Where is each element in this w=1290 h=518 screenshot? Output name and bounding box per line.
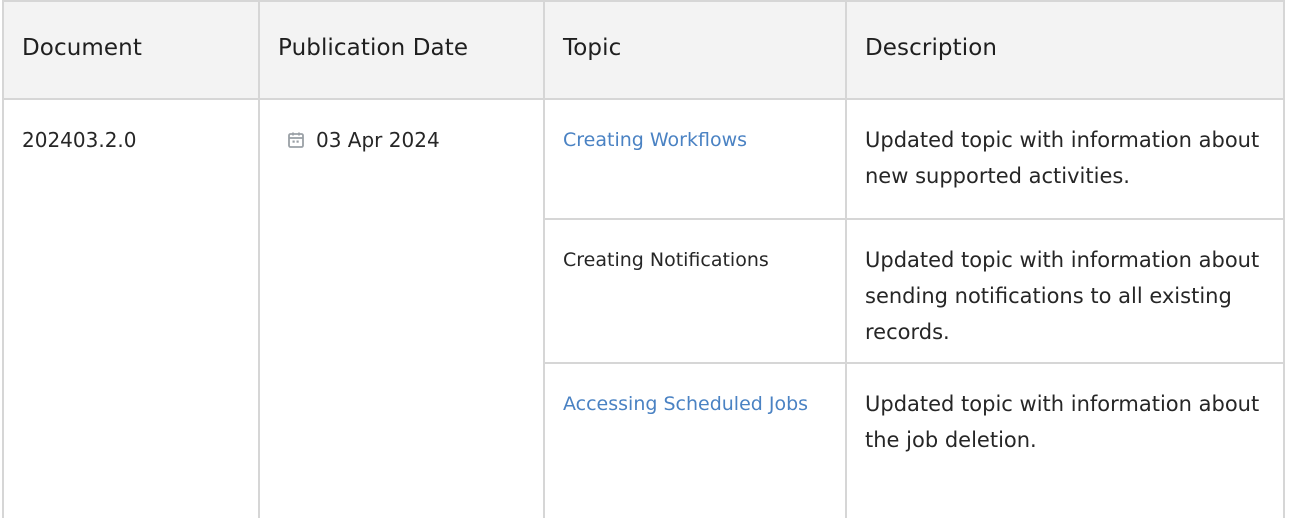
topic-link-creating-workflows[interactable]: Creating Workflows [563,129,747,151]
header-description: Description [845,0,1285,100]
release-notes-table: Document Publication Date Topic Descript… [2,0,1285,518]
header-topic: Topic [543,0,847,100]
header-document: Document [2,0,260,100]
publication-date-text: 03 Apr 2024 [316,128,440,152]
document-version-cell: 202403.2.0 [2,98,260,518]
topic-cell: Accessing Scheduled Jobs [543,362,847,518]
calendar-icon [288,132,304,148]
topic-cell: Creating Notifications [543,218,847,364]
topic-creating-notifications: Creating Notifications [563,249,769,271]
description-cell: Updated topic with information about the… [845,362,1285,518]
description-cell: Updated topic with information about sen… [845,218,1285,364]
topic-cell: Creating Workflows [543,98,847,220]
description-cell: Updated topic with information about new… [845,98,1285,220]
header-publication-date: Publication Date [258,0,545,100]
topic-link-accessing-scheduled-jobs[interactable]: Accessing Scheduled Jobs [563,393,808,415]
document-version: 202403.2.0 [22,128,137,152]
table-row: 202403.2.0 03 Apr 2024 Creating Workflow… [2,98,1285,518]
table-header-row: Document Publication Date Topic Descript… [2,0,1285,100]
publication-date-cell: 03 Apr 2024 [258,98,545,518]
publication-date: 03 Apr 2024 [278,122,440,158]
